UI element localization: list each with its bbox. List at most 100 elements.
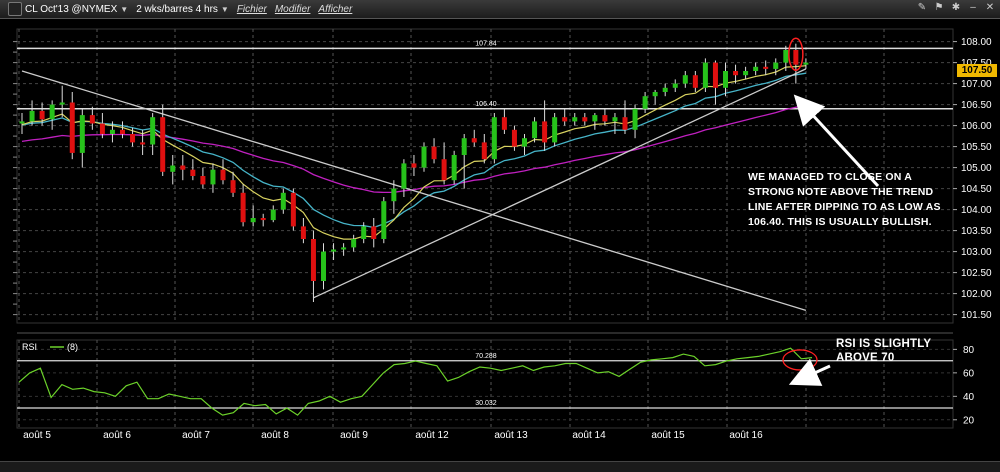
candle-body [331,249,337,252]
candle-body [803,62,809,65]
timeline-scroller[interactable] [0,461,1000,472]
candle-body [431,146,437,160]
symbol-selector[interactable]: CL Oct'13 @NYMEX ▼ [8,2,128,16]
candle-body [692,75,698,88]
candle-body [290,192,296,227]
candle-body [682,75,688,84]
rsi-tick-label: 80 [963,345,975,356]
trendline [21,70,807,312]
candle-body [421,146,427,168]
rsi-level-label: 30.032 [475,400,497,407]
rsi-line [18,347,813,416]
window-tools: ✎ ⚑ ✱ – ✕ [916,2,996,13]
candle-body [532,121,538,139]
level-label: 107.84 [475,40,497,47]
candle-body [461,138,467,155]
x-tick-label: août 14 [572,430,606,441]
annotation-line: STRONG NOTE ABOVE THE TREND [748,186,934,198]
candle-body [572,117,578,122]
x-tick-label: août 6 [103,430,131,441]
candle-body [773,62,779,69]
candle-body [310,239,316,281]
symbol-label: CL Oct'13 @NYMEX [25,3,118,15]
x-tick-label: août 15 [651,430,685,441]
x-tick-label: août 7 [182,430,210,441]
rsi-panel: RSI (8) 70.288 30.032 [17,342,953,416]
candle-body [662,87,668,92]
candle-body [190,169,196,176]
y-tick-label: 103.50 [961,226,992,237]
candle-body [140,142,146,145]
candle-body [180,165,186,170]
candle-body [130,134,136,143]
candle-body [79,115,85,153]
candle-body [361,226,367,239]
candle-body [491,117,497,160]
candle-body [733,71,739,76]
candle-body [230,180,236,193]
link-icon[interactable]: ⚑ [933,2,945,13]
close-icon[interactable]: ✕ [984,2,996,13]
ma-fast-line [21,65,806,240]
rsi-highlight-circle [782,349,818,371]
candle-body [481,142,487,160]
candle-body [562,117,568,122]
candle-body [391,188,397,202]
candle-body [501,117,507,130]
candle-body [763,66,769,69]
chart-area: 107.84 106.40 RSI (8) 70.288 30.032 août 5 ao… [13,28,992,441]
menu-modifier[interactable]: Modifier [275,4,311,15]
y-tick-label: 104.50 [961,184,992,195]
settings-icon[interactable]: ✱ [950,2,962,13]
chart-toolbar: CL Oct'13 @NYMEX ▼ 2 wks/barres 4 hrs ▼ … [0,0,1000,19]
candle-body [150,117,156,145]
candle-body [351,239,357,248]
candle-body [280,192,286,210]
timeframe-label: 2 wks/barres 4 hrs [136,3,218,15]
candle-body [300,226,306,239]
candle-body [170,165,176,172]
y-tick-label: 108.00 [961,37,992,48]
y-tick-label: 102.50 [961,268,992,279]
candle-body [89,115,95,124]
rsi-tick-label: 20 [963,415,975,426]
candle-body [622,117,628,130]
y-tick-label: 103.00 [961,247,992,258]
last-price-tag: 107.50 [957,64,997,77]
candle-body [743,71,749,76]
rsi-tick-label: 60 [963,368,975,379]
candle-body [250,218,256,223]
candle-body [160,117,166,172]
y-tick-label: 104.00 [961,205,992,216]
candle-body [542,121,548,143]
candle-body [552,117,558,143]
candle-body [471,138,477,143]
candle-body [441,159,447,181]
x-tick-label: août 9 [340,430,368,441]
candle-body [411,163,417,168]
candle-body [582,117,588,122]
annotation-line: RSI IS SLIGHTLY [836,338,932,350]
candle-body [260,218,266,221]
y-tick-label: 102.00 [961,289,992,300]
y-tick-label: 107.00 [961,79,992,90]
trendline [313,68,807,299]
level-label: 106.40 [475,101,497,108]
rsi-level-label: 70.288 [475,353,497,360]
candle-body [451,155,457,181]
timeframe-selector[interactable]: 2 wks/barres 4 hrs ▼ [136,4,229,15]
candle-body [381,201,387,239]
candle-body [200,176,206,185]
pin-icon[interactable]: ✎ [916,2,928,13]
menu-afficher[interactable]: Afficher [318,4,352,15]
minimize-icon[interactable]: – [967,2,979,13]
ma-mid-line [21,72,807,229]
candle-body [39,110,45,120]
menu-fichier[interactable]: Fichier [237,4,267,15]
y-tick-label: 106.50 [961,100,992,111]
candle-body [793,50,799,65]
candle-body [210,169,216,185]
candle-body [592,115,598,122]
candle-body [783,50,789,63]
candle-body [723,71,728,88]
